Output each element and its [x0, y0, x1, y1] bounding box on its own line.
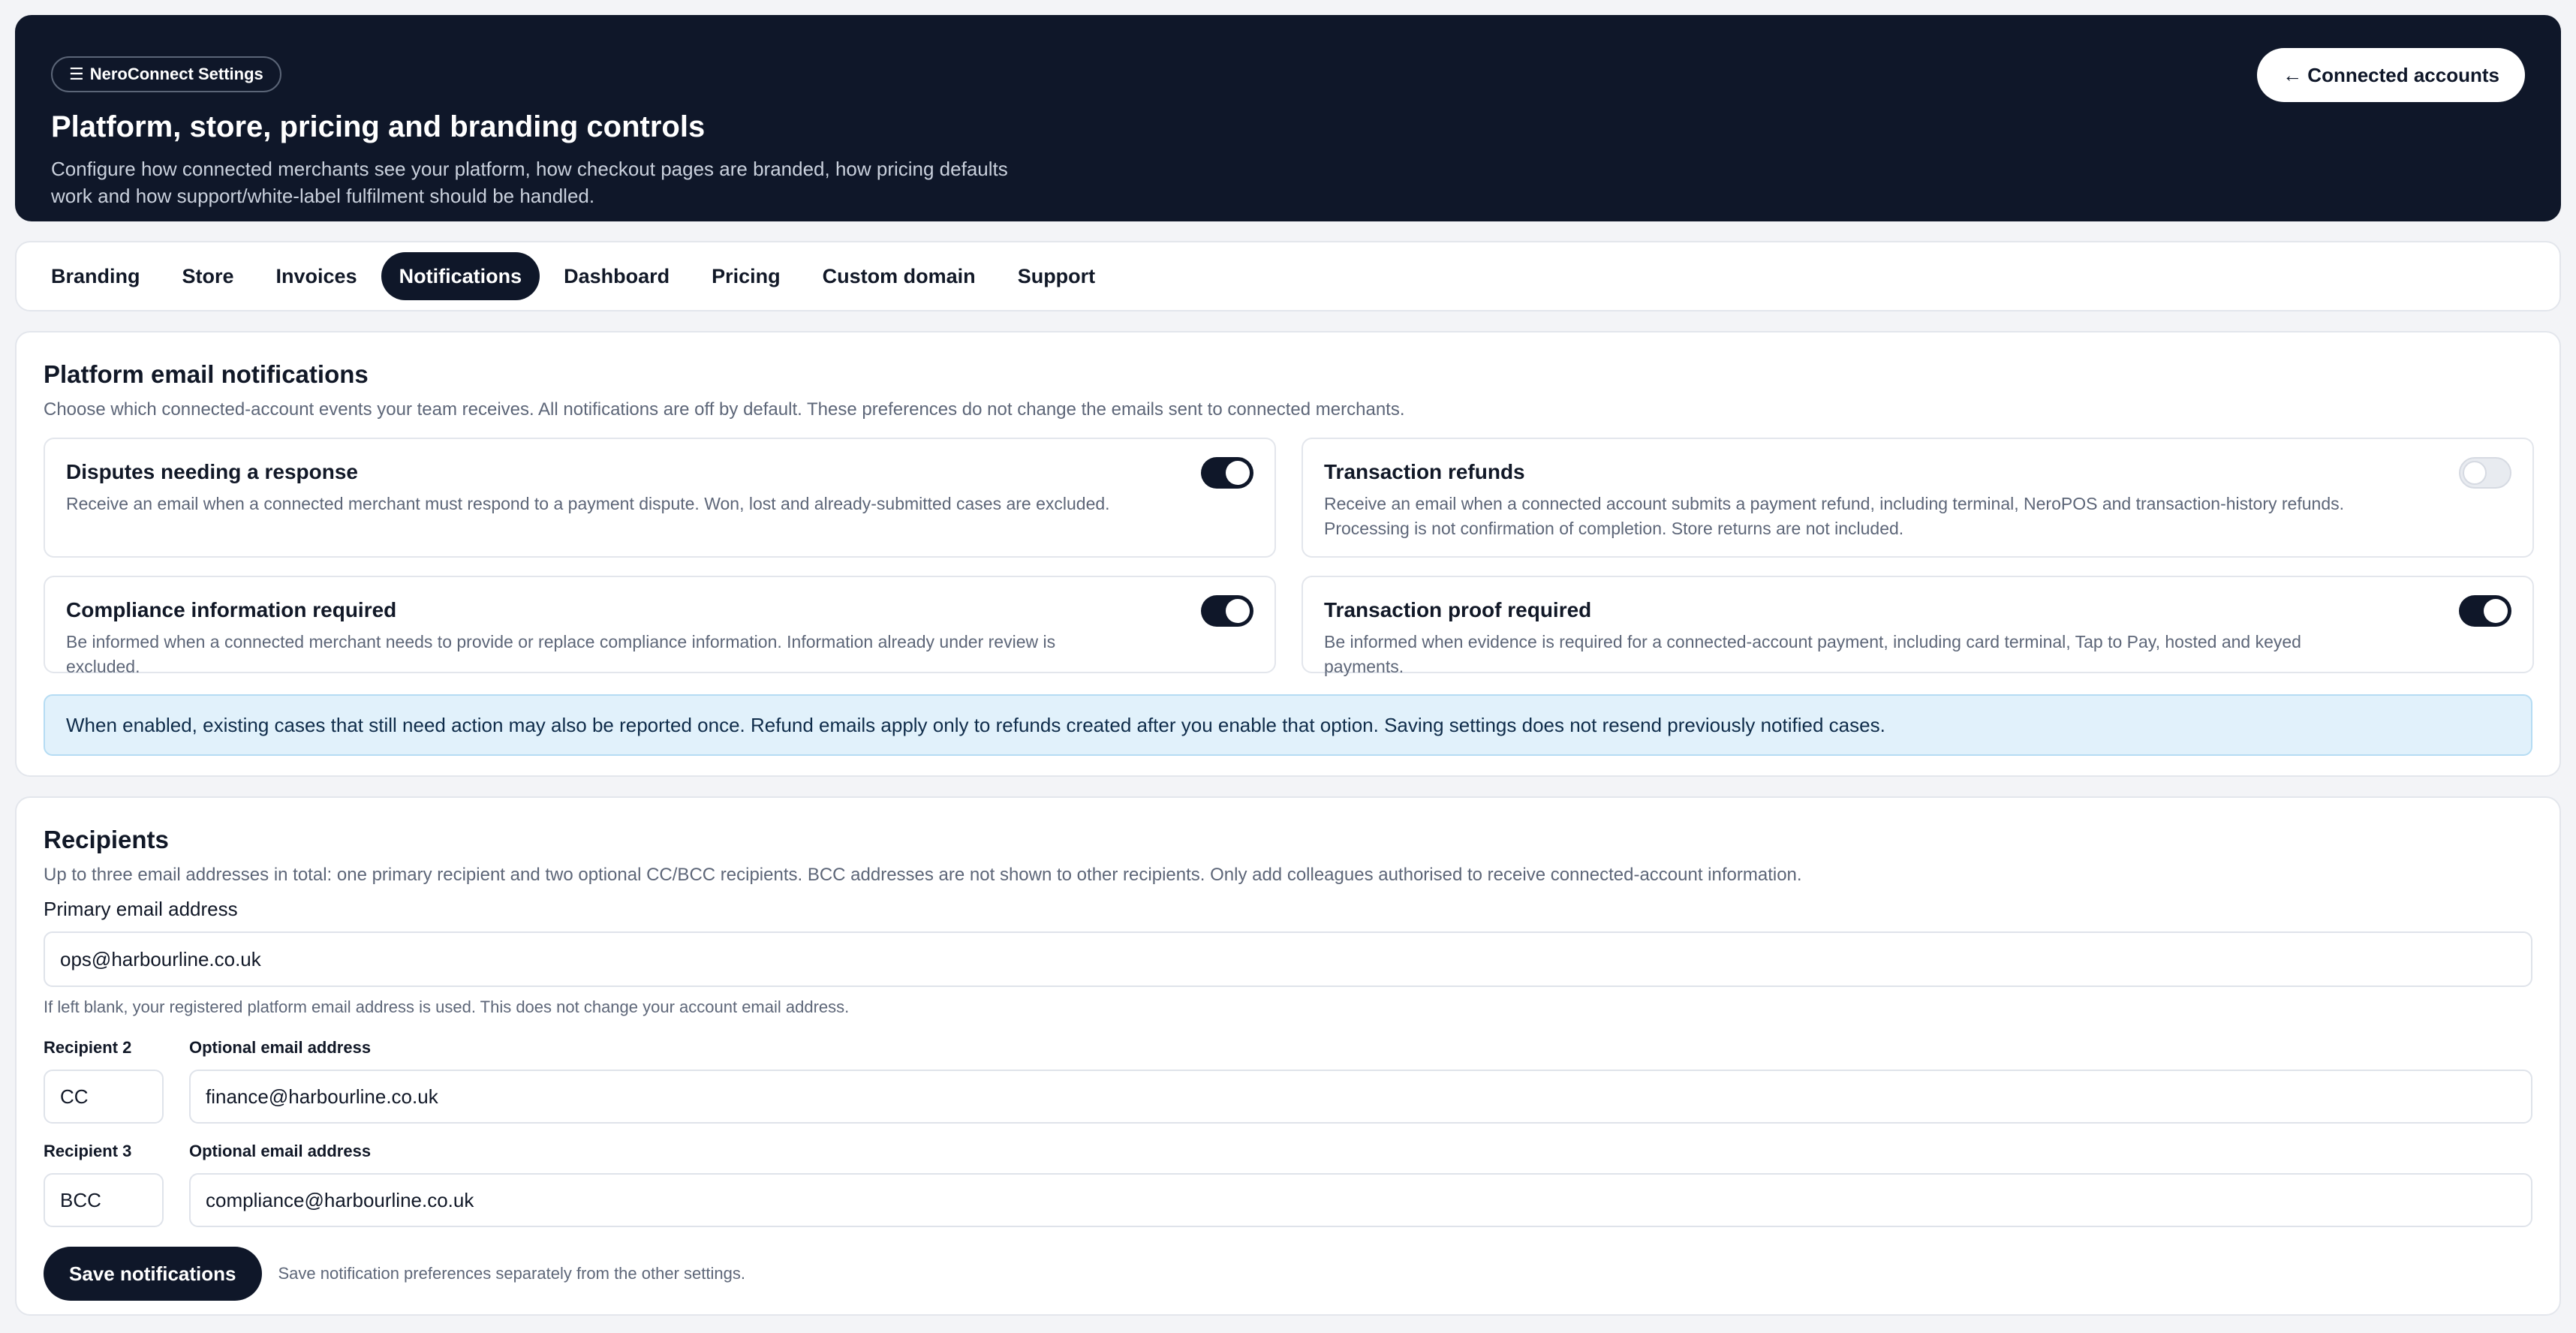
- toggle-knob: [1226, 599, 1250, 623]
- tab-branding[interactable]: Branding: [33, 252, 158, 300]
- recipients-title: Recipients: [44, 826, 169, 853]
- primary-email-label: Primary email address: [44, 898, 238, 920]
- page-header: ☰ NeroConnect Settings Platform, store, …: [15, 15, 2561, 221]
- option-description: Be informed when evidence is required fo…: [1324, 632, 2301, 676]
- proof-toggle[interactable]: [2459, 595, 2511, 627]
- settings-tabs: Branding Store Invoices Notifications Da…: [15, 241, 2561, 311]
- toggle-knob: [2484, 599, 2508, 623]
- recipients-subtitle: Up to three email addresses in total: on…: [44, 865, 1802, 885]
- tab-notifications[interactable]: Notifications: [381, 252, 540, 300]
- tab-dashboard[interactable]: Dashboard: [546, 252, 688, 300]
- disputes-toggle[interactable]: [1201, 457, 1253, 489]
- recipient-row: Recipient 3 BCC Optional email address c…: [44, 1140, 2532, 1227]
- connected-accounts-button[interactable]: ← Connected accounts: [2257, 48, 2525, 102]
- option-title: Transaction proof required: [1324, 598, 1592, 621]
- page-description: Configure how connected merchants see yo…: [51, 158, 1008, 207]
- optional-email-label: Optional email address: [189, 1038, 372, 1057]
- recipient-type-select[interactable]: BCC: [44, 1173, 164, 1227]
- option-proof: Transaction proof required Be informed w…: [1302, 576, 2534, 676]
- settings-badge: ☰ NeroConnect Settings: [51, 56, 281, 92]
- compliance-toggle[interactable]: [1201, 595, 1253, 627]
- recipients-card: Recipients Up to three email addresses i…: [15, 796, 2561, 1316]
- option-description: Be informed when a connected merchant ne…: [66, 632, 1056, 676]
- menu-icon: ☰: [69, 65, 84, 83]
- toggle-knob: [2463, 461, 2487, 485]
- option-description: Receive an email when a connected accoun…: [1324, 494, 2344, 538]
- tab-support[interactable]: Support: [1000, 252, 1113, 300]
- option-title: Disputes needing a response: [66, 460, 358, 483]
- save-note: Save notification preferences separately…: [278, 1264, 745, 1283]
- recipient-email-input[interactable]: finance@harbourline.co.uk: [189, 1070, 2532, 1124]
- recipient-row: Recipient 2 CC Optional email address fi…: [44, 1037, 2532, 1124]
- notifications-card: Platform email notifications Choose whic…: [15, 331, 2561, 777]
- tab-store[interactable]: Store: [164, 252, 252, 300]
- primary-email-input[interactable]: ops@harbourline.co.uk: [44, 931, 2532, 987]
- recipient-label: Recipient 3: [44, 1142, 132, 1160]
- notifications-title: Platform email notifications: [44, 360, 369, 388]
- option-compliance: Compliance information required Be infor…: [44, 576, 1276, 676]
- toggle-knob: [1226, 461, 1250, 485]
- tab-custom-domain[interactable]: Custom domain: [805, 252, 994, 300]
- refunds-toggle[interactable]: [2459, 457, 2511, 489]
- option-title: Transaction refunds: [1324, 460, 1525, 483]
- form-actions: Save notifications Save notification pre…: [44, 1247, 2532, 1301]
- save-notifications-button[interactable]: Save notifications: [44, 1247, 262, 1301]
- notifications-subtitle: Choose which connected-account events yo…: [44, 399, 1405, 420]
- tab-pricing[interactable]: Pricing: [694, 252, 799, 300]
- option-description: Receive an email when a connected mercha…: [66, 494, 1110, 513]
- optional-email-label: Optional email address: [189, 1142, 372, 1160]
- recipient-label: Recipient 2: [44, 1038, 132, 1057]
- option-title: Compliance information required: [66, 598, 397, 621]
- primary-email-hint: If left blank, your registered platform …: [44, 997, 850, 1016]
- option-refunds: Transaction refunds Receive an email whe…: [1302, 438, 2534, 558]
- info-notice: When enabled, existing cases that still …: [44, 694, 2532, 756]
- tab-invoices[interactable]: Invoices: [258, 252, 375, 300]
- recipient-email-input[interactable]: compliance@harbourline.co.uk: [189, 1173, 2532, 1227]
- settings-badge-label: NeroConnect Settings: [89, 65, 263, 83]
- recipient-type-select[interactable]: CC: [44, 1070, 164, 1124]
- page-title: Platform, store, pricing and branding co…: [51, 110, 706, 143]
- option-disputes: Disputes needing a response Receive an e…: [44, 438, 1276, 558]
- notification-options: Disputes needing a response Receive an e…: [44, 438, 2534, 676]
